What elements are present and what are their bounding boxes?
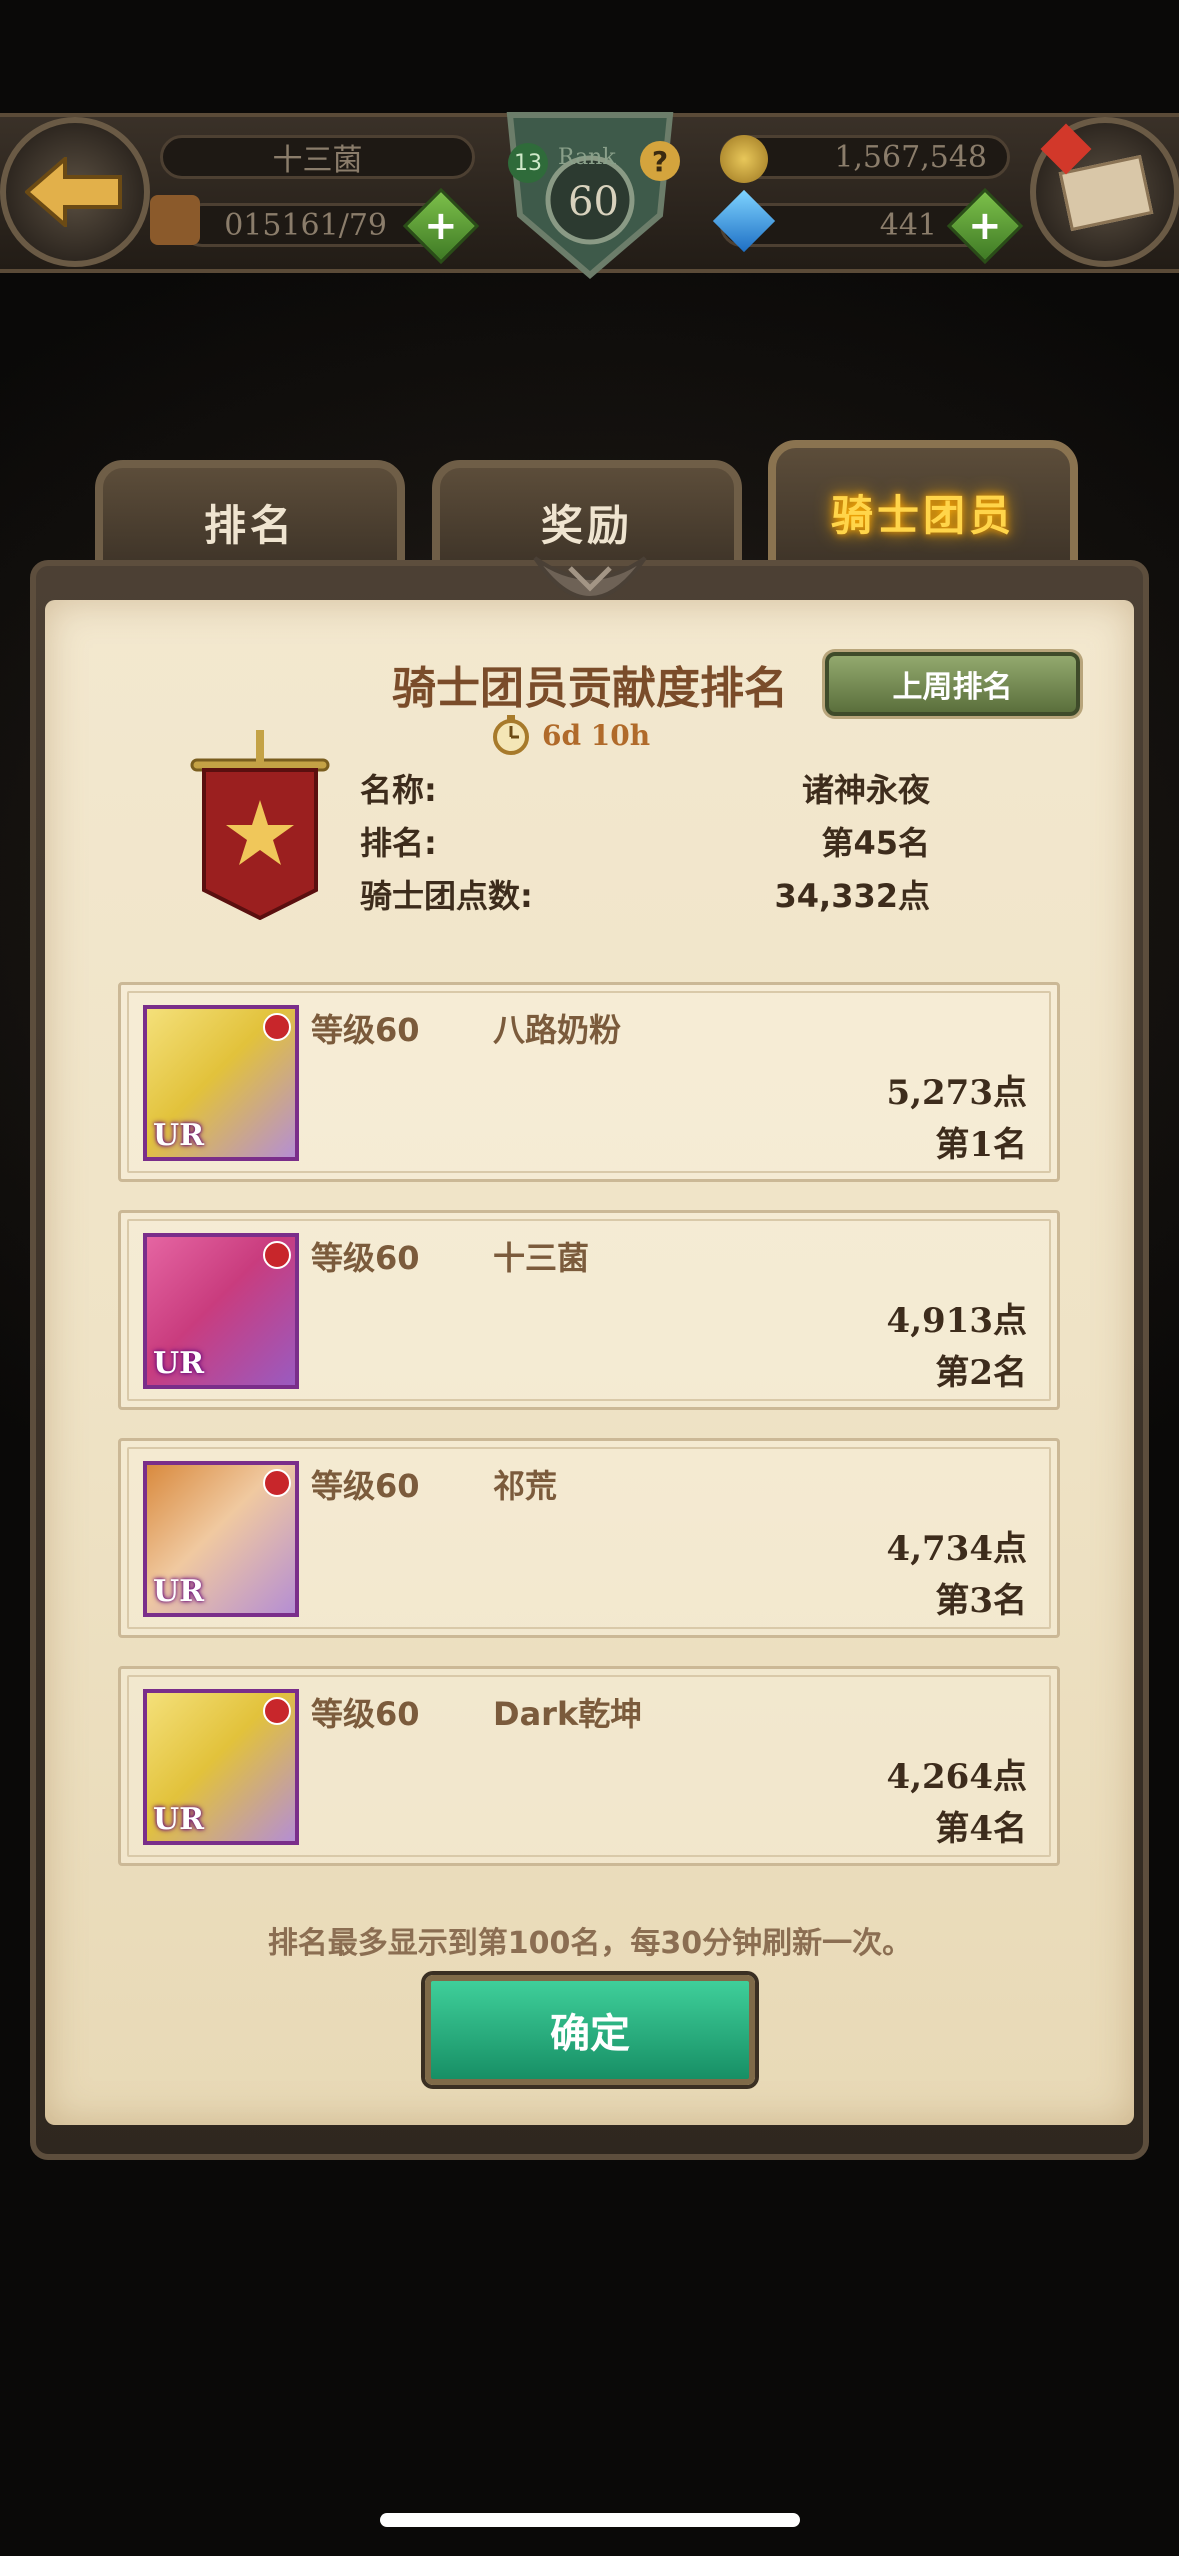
member-card[interactable]: UR 等级60 祁荒 4,734点 第3名	[118, 1438, 1060, 1638]
member-level: 等级60	[311, 1239, 420, 1277]
member-card[interactable]: UR 等级60 八路奶粉 5,273点 第1名	[118, 982, 1060, 1182]
member-points: 4,734点	[886, 1529, 1027, 1569]
rank-label: Rank	[558, 145, 616, 170]
badge-level: 13	[508, 143, 548, 183]
confirm-button[interactable]: 确定	[425, 1975, 755, 2085]
player-name: 十三菌	[160, 135, 475, 179]
member-rank: 第3名	[935, 1581, 1027, 1621]
refresh-note: 排名最多显示到第100名，每30分钟刷新一次。	[267, 1926, 913, 1961]
guild-points-label: 骑士团点数:	[360, 877, 533, 915]
member-avatar[interactable]: UR	[143, 1689, 299, 1845]
member-points: 4,264点	[886, 1757, 1027, 1797]
guild-points-row: 骑士团点数: 34,332点	[360, 871, 930, 917]
member-avatar[interactable]: UR	[143, 1005, 299, 1161]
member-rank: 第1名	[935, 1125, 1027, 1165]
member-name: 十三菌	[493, 1239, 590, 1277]
member-points: 4,913点	[886, 1301, 1027, 1341]
rank-level: 60	[568, 179, 619, 225]
guild-points-value: 34,332点	[774, 877, 931, 915]
member-avatar[interactable]: UR	[143, 1233, 299, 1389]
rank-badge[interactable]: Rank 60 13 ?	[490, 95, 690, 285]
frame-ornament-icon	[533, 556, 647, 600]
element-dot-icon	[263, 1241, 291, 1269]
member-rank: 第2名	[935, 1353, 1027, 1393]
last-week-ranking-button[interactable]: 上周排名	[825, 652, 1080, 716]
member-card[interactable]: UR 等级60 Dark乾坤 4,264点 第4名	[118, 1666, 1060, 1866]
member-rank: 第4名	[935, 1809, 1027, 1849]
member-points: 5,273点	[886, 1073, 1027, 1113]
member-name: 八路奶粉	[493, 1011, 622, 1049]
member-card[interactable]: UR 等级60 十三菌 4,913点 第2名	[118, 1210, 1060, 1410]
guild-name-row: 名称: 诸神永夜	[360, 765, 930, 811]
rarity-label: UR	[153, 1346, 205, 1381]
member-level: 等级60	[311, 1467, 420, 1505]
element-dot-icon	[263, 1469, 291, 1497]
rarity-label: UR	[153, 1118, 205, 1153]
panel-title: 骑士团员贡献度排名	[392, 663, 788, 714]
top-hud: 十三菌 015161/79 + Rank 60 13 ? 1,567,548 4…	[0, 95, 1179, 285]
timer-text: 6d 10h	[542, 718, 651, 752]
shoe-icon	[150, 195, 200, 245]
guild-banner-icon	[190, 730, 330, 920]
guild-rank-value: 第45名	[821, 824, 930, 862]
guild-rank-label: 排名:	[360, 824, 437, 862]
mail-button[interactable]	[1030, 117, 1179, 267]
stopwatch-icon	[493, 715, 529, 755]
timer: 6d 10h	[490, 712, 650, 758]
gold-coin-icon	[720, 135, 768, 183]
rarity-label: UR	[153, 1802, 205, 1837]
help-icon[interactable]: ?	[640, 141, 680, 181]
member-level: 等级60	[311, 1695, 420, 1733]
back-button[interactable]	[0, 117, 150, 267]
back-arrow-icon	[25, 157, 122, 227]
element-dot-icon	[263, 1697, 291, 1725]
member-avatar[interactable]: UR	[143, 1461, 299, 1617]
member-name: 祁荒	[493, 1467, 558, 1505]
guild-name-value: 诸神永夜	[801, 771, 930, 809]
guild-name-label: 名称:	[360, 771, 437, 809]
home-indicator[interactable]	[380, 2513, 800, 2527]
member-level: 等级60	[311, 1011, 420, 1049]
element-dot-icon	[263, 1013, 291, 1041]
member-name: Dark乾坤	[493, 1695, 643, 1733]
guild-rank-row: 排名: 第45名	[360, 818, 930, 864]
rarity-label: UR	[153, 1574, 205, 1609]
